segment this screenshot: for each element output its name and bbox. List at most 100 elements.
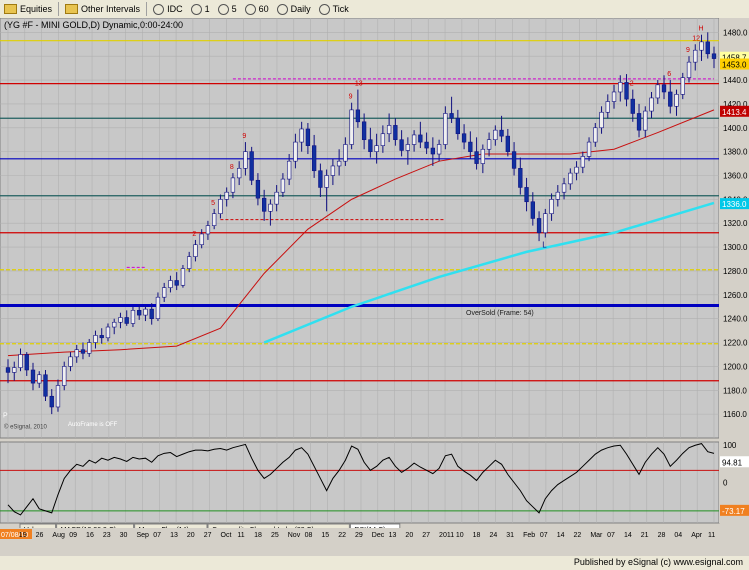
candle-body [449,113,454,119]
candle-body [99,335,104,339]
setup-marker: H [699,26,704,33]
date-label: 15 [321,532,329,539]
candle-body [443,113,448,145]
candle-body [580,156,585,168]
idc-button[interactable]: IDC [149,1,187,17]
candle-body [661,84,667,93]
setup-marker: 6 [667,71,671,78]
candle-body [124,317,129,324]
price-tick-label: 1320.0 [723,219,748,228]
rsi-lower-label: -73.17 [722,507,745,516]
candle-body [543,213,548,234]
candle-body [618,82,623,93]
date-label: 11 [237,532,244,539]
interval-5-button[interactable]: 5 [214,1,241,17]
interval-1-button[interactable]: 1 [187,1,214,17]
price-tag-label: 1336.0 [722,200,747,209]
candle-body [574,166,579,174]
price-tick-label: 1240.0 [723,315,748,324]
candle-body [686,61,692,78]
price-tick-label: 1300.0 [723,243,748,252]
candle-body [680,77,685,95]
date-label: Apr [691,532,703,539]
price-tick-label: 1220.0 [723,339,748,348]
circle-icon [217,3,229,15]
candle-body [37,374,42,384]
candle-body [55,385,61,408]
date-label: 08 [305,532,313,539]
interval-tick-button[interactable]: Tick [315,1,353,17]
date-label: 20 [187,532,195,539]
interval-daily-button[interactable]: Daily [273,1,315,17]
price-tag-label: 1453.0 [722,61,747,70]
candle-body [530,201,535,219]
candle-body [74,349,79,358]
candle-body [493,129,498,141]
candle-body [274,191,279,205]
footer: Published by eSignal (c) www.esignal.com [0,556,749,570]
price-tick-label: 1480.0 [723,28,748,37]
candle-body [568,172,573,185]
candle-body [380,133,386,146]
candle-body [361,121,367,141]
candle-body [105,326,111,339]
candle-body [611,91,617,102]
date-label: 14 [624,532,632,539]
date-label: 18 [473,532,481,539]
folder-icon [4,4,17,14]
candle-body [505,135,510,152]
date-label: 29 [355,532,363,539]
candle-body [305,128,311,146]
date-label: Feb [523,532,535,539]
candle-body [180,268,186,286]
candle-body [311,145,317,172]
footer-text: Published by eSignal (c) www.esignal.com [573,557,743,567]
circle-icon [276,3,288,15]
circle-icon [244,3,256,15]
candle-body [218,199,223,214]
candle-body [255,179,261,199]
candle-body [643,110,648,131]
date-label: 14 [557,532,565,539]
candle-body [455,117,460,135]
candle-body [436,144,442,155]
rsi-value-label: 94.81 [722,458,743,467]
price-tick-label: 1440.0 [723,76,748,85]
date-label: 13 [389,532,397,539]
price-tick-label: 1360.0 [723,172,748,181]
date-label: 19 [19,532,27,539]
date-label: 28 [658,532,666,539]
equities-menu[interactable]: Equities [0,1,56,17]
candle-body [193,244,198,257]
other-intervals-menu[interactable]: Other Intervals [61,1,144,17]
candle-body [674,94,679,107]
date-label: Aug [52,532,65,539]
setup-marker: 9 [242,133,246,140]
candle-body [286,160,292,180]
candle-body [343,144,348,162]
date-label: 22 [574,532,582,539]
date-label: 27 [422,532,430,539]
date-label: 13 [170,532,178,539]
interval-60-button[interactable]: 60 [241,1,273,17]
candle-body [549,199,554,214]
setup-marker: 2 [630,81,634,88]
price-chart[interactable]: 1160.01180.01200.01220.01240.01260.01280… [0,18,749,556]
date-label: 21 [641,532,649,539]
candle-body [143,308,148,316]
date-label: Oct [221,532,232,539]
circle-icon [190,3,202,15]
price-tick-label: 1180.0 [723,386,747,395]
candle-body [174,280,179,286]
candle-body [243,151,248,169]
candle-body [411,134,417,145]
candle-body [593,127,598,143]
candle-body [386,125,392,135]
candle-body [24,354,29,371]
candle-body [187,256,192,269]
candle-body [486,139,492,150]
price-tick-label: 1400.0 [723,124,748,133]
date-label: 30 [120,532,128,539]
low-marker: L [542,241,547,250]
candle-body [155,296,161,319]
